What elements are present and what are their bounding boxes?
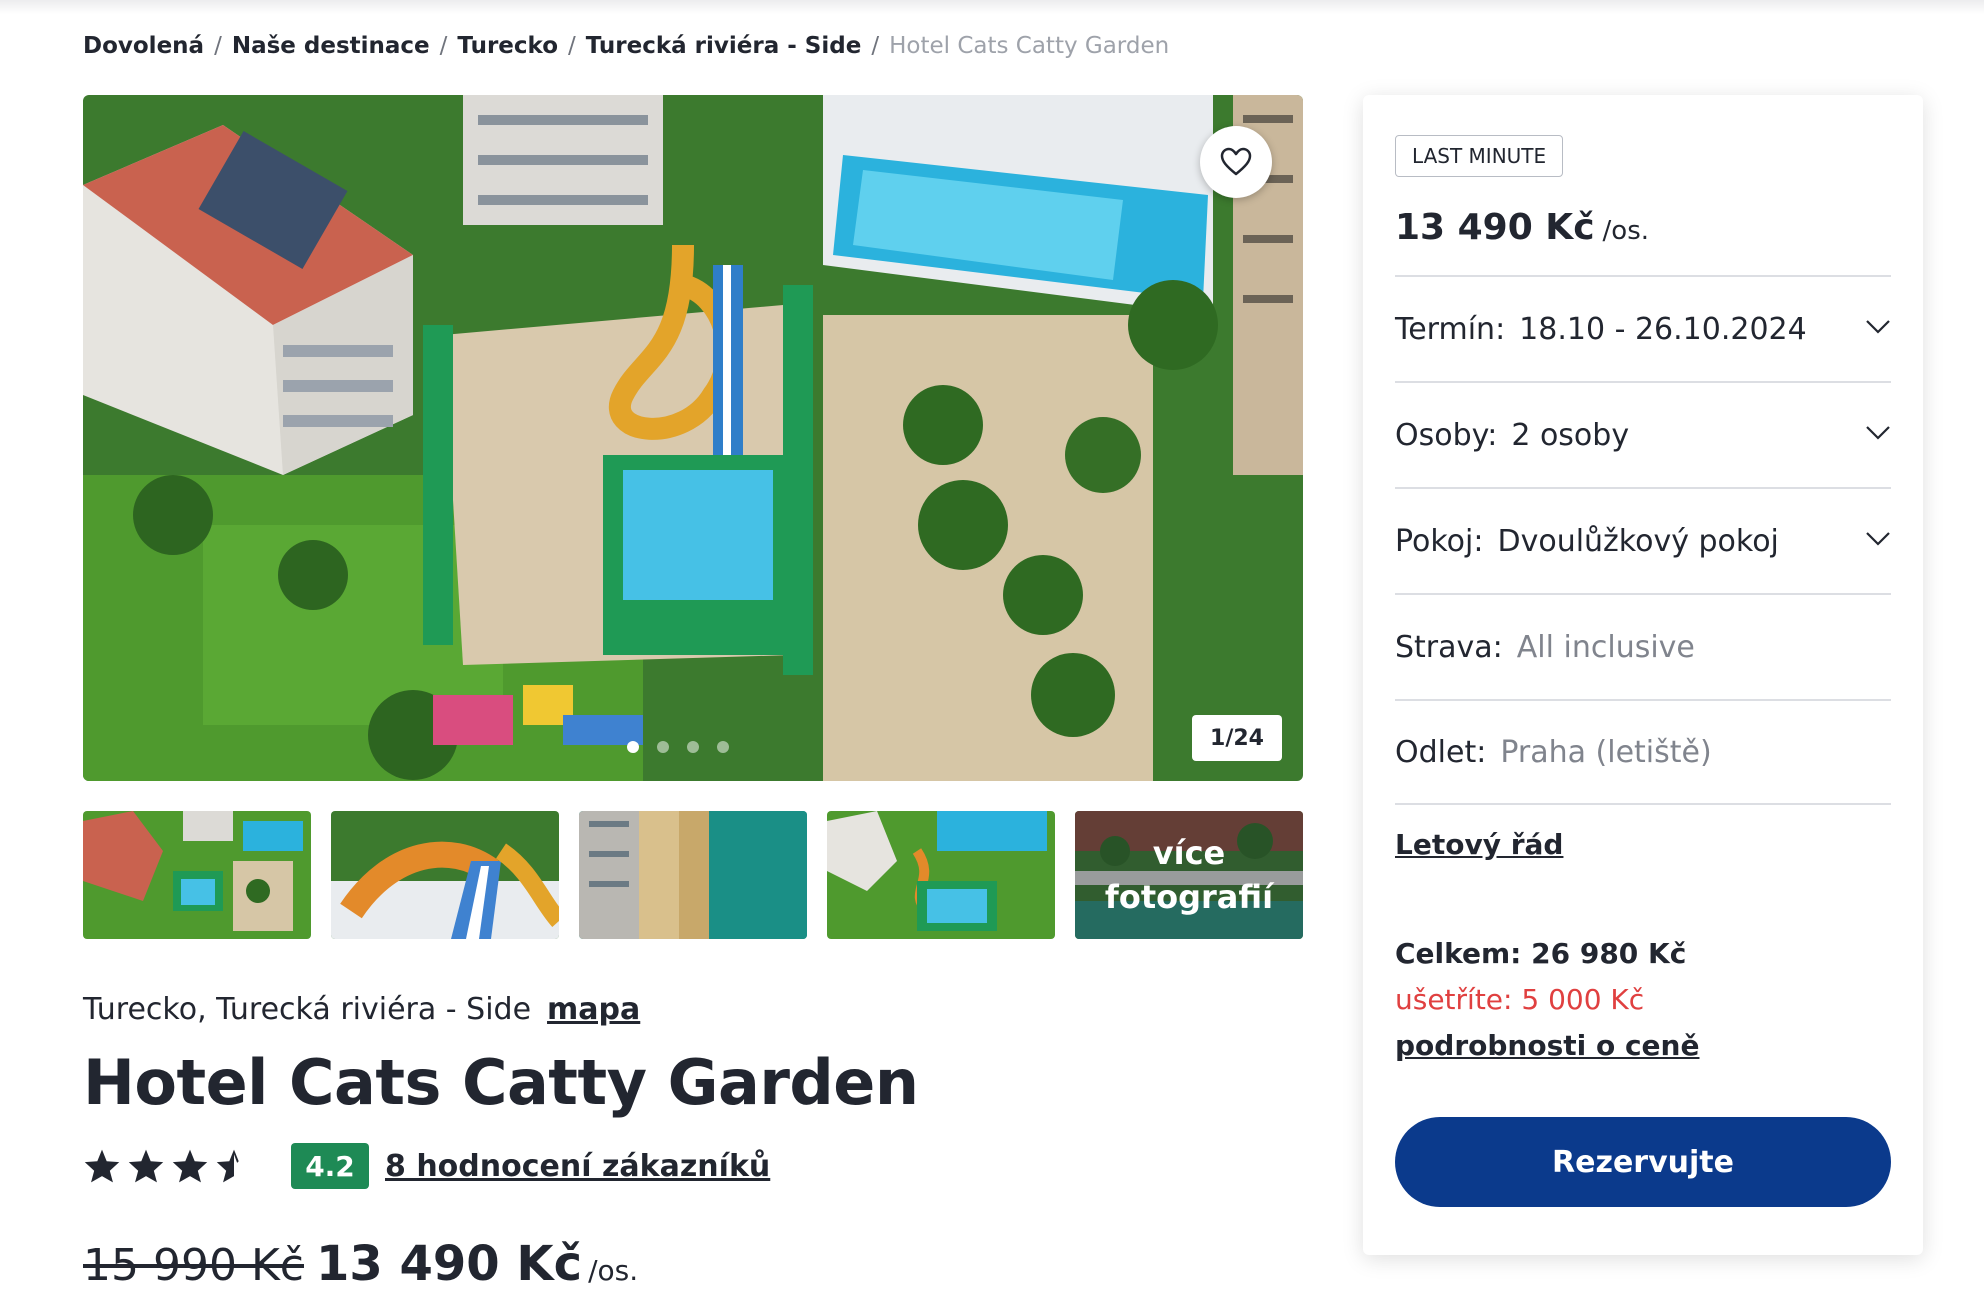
carousel-dot[interactable] [657,741,669,753]
chevron-down-icon [1866,426,1890,440]
rating-row: 4.2 8 hodnocení zákazníků [83,1142,770,1190]
carousel-dot[interactable] [687,741,699,753]
hotel-price: 15 990 Kč 13 490 Kč /os. [83,1236,638,1292]
thumbnail-image [827,811,1055,939]
departure-label: Odlet: [1395,734,1487,770]
breadcrumb-item-turecko[interactable]: Turecko [457,33,558,59]
current-price: 13 490 Kč [316,1236,583,1292]
last-minute-badge: LAST MINUTE [1395,135,1564,177]
persons-value: 2 osoby [1511,417,1630,453]
card-price-value: 13 490 Kč [1395,207,1595,248]
board-field: Strava: All inclusive [1395,593,1891,699]
persons-select[interactable]: Osoby: 2 osoby [1395,381,1891,487]
main-photo[interactable] [83,95,1303,781]
departure-field: Odlet: Praha (letiště) [1395,699,1891,805]
room-select[interactable]: Pokoj: Dvoulůžkový pokoj [1395,487,1891,593]
hotel-name: Hotel Cats Catty Garden [83,1046,919,1119]
total-price: Celkem: 26 980 Kč [1395,937,1687,970]
star-icon [128,1149,164,1183]
favorite-button[interactable] [1200,126,1272,198]
breadcrumb-current: Hotel Cats Catty Garden [889,33,1170,59]
breadcrumb-separator: / [871,33,880,59]
thumbnail-3[interactable] [579,811,807,939]
thumbnail-1[interactable] [83,811,311,939]
thumbnail-image [331,811,559,939]
breadcrumb-item-dovolena[interactable]: Dovolená [83,33,204,59]
booking-card: LAST MINUTE 13 490 Kč /os. Termín: 18.10… [1363,95,1923,1255]
term-select[interactable]: Termín: 18.10 - 26.10.2024 [1395,275,1891,381]
price-details-link[interactable]: podrobnosti o ceně [1395,1029,1699,1062]
breadcrumb-item-destinace[interactable]: Naše destinace [232,33,430,59]
board-value: All inclusive [1516,629,1695,665]
carousel-dots [627,741,729,753]
score-badge: 4.2 [291,1143,369,1189]
thumbnail-image [83,811,311,939]
star-icon [172,1149,208,1183]
flight-schedule-link[interactable]: Letový řád [1395,828,1563,861]
per-person-label: /os. [588,1254,639,1287]
savings-text: ušetříte: 5 000 Kč [1395,983,1645,1016]
breadcrumb-separator: / [568,33,576,59]
carousel-dot[interactable] [627,741,639,753]
card-price: 13 490 Kč /os. [1395,207,1649,248]
more-photos-label: více fotografií [1075,811,1303,939]
thumbnail-image [579,811,807,939]
hotel-aerial-image [83,95,1303,781]
hotel-location: Turecko, Turecká riviéra - Side mapa [83,992,640,1027]
card-per-person-label: /os. [1602,216,1650,246]
chevron-down-icon [1866,320,1890,334]
half-star-icon [216,1149,239,1183]
location-text: Turecko, Turecká riviéra - Side [83,992,532,1027]
breadcrumb-separator: / [439,33,448,59]
breadcrumb-item-riviera[interactable]: Turecká riviéra - Side [586,33,862,59]
persons-label: Osoby: [1395,417,1498,453]
breadcrumb-separator: / [214,33,222,59]
more-photos-thumbnail[interactable]: více fotografií [1075,811,1303,939]
breadcrumb: Dovolená / Naše destinace / Turecko / Tu… [83,28,1169,64]
board-label: Strava: [1395,629,1503,665]
reserve-button[interactable]: Rezervujte [1395,1117,1891,1207]
carousel-dot[interactable] [717,741,729,753]
top-shadow [0,0,1984,14]
term-label: Termín: [1395,311,1506,347]
chevron-down-icon [1866,532,1890,546]
photo-counter: 1/24 [1192,715,1282,761]
term-value: 18.10 - 26.10.2024 [1519,311,1807,347]
thumbnail-4[interactable] [827,811,1055,939]
heart-icon [1220,147,1252,176]
thumbnail-strip: více fotografií [83,811,1303,939]
reviews-link[interactable]: 8 hodnocení zákazníků [385,1149,770,1184]
room-label: Pokoj: [1395,523,1484,559]
old-price: 15 990 Kč [83,1240,304,1291]
room-value: Dvoulůžkový pokoj [1497,523,1779,559]
thumbnail-2[interactable] [331,811,559,939]
star-rating [83,1148,253,1184]
star-icon [84,1149,120,1183]
departure-value: Praha (letiště) [1500,734,1712,770]
map-link[interactable]: mapa [547,992,640,1027]
